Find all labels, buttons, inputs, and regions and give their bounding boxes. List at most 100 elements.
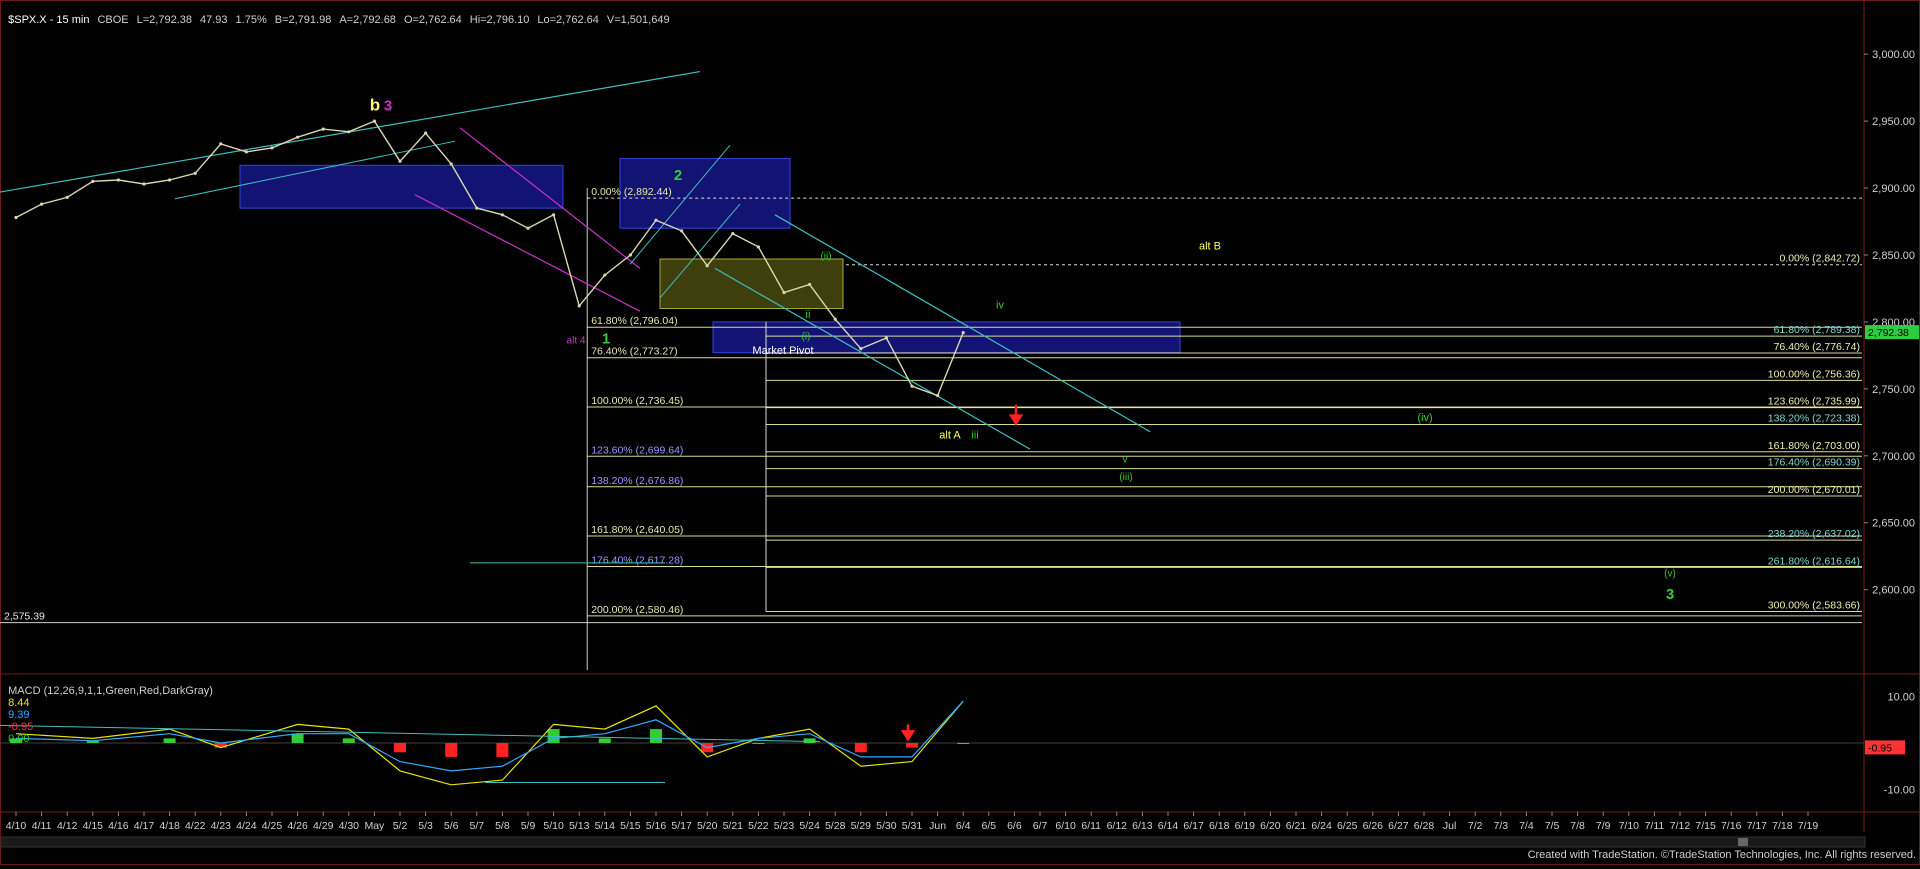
wave-label: iv — [996, 300, 1004, 312]
time-tick-label: 5/28 — [825, 820, 846, 832]
time-tick-label: 6/24 — [1311, 820, 1332, 832]
time-tick-label: 5/16 — [646, 820, 667, 832]
price-point — [244, 150, 248, 154]
price-point — [347, 130, 351, 134]
wave-label: 3 — [1666, 586, 1674, 603]
wave-label: iii — [971, 429, 978, 441]
time-tick-label: 7/3 — [1493, 820, 1508, 832]
time-tick-label: 5/22 — [748, 820, 769, 832]
time-tick-label: 5/2 — [393, 820, 408, 832]
time-tick-label: 7/5 — [1545, 820, 1560, 832]
time-tick-label: 5/30 — [876, 820, 897, 832]
time-tick-label: 7/4 — [1519, 820, 1534, 832]
fib-right-level-label: 61.80% (2,789.38) — [1774, 324, 1860, 336]
price-point — [500, 213, 504, 217]
open-price: O=2,762.64 — [403, 14, 462, 26]
time-tick-label: 6/18 — [1209, 820, 1230, 832]
fib-left-level-label: 76.40% (2,773.27) — [591, 346, 677, 358]
wave-label: alt 4 — [567, 335, 586, 346]
time-tick-label: 7/19 — [1798, 820, 1819, 832]
high-price: Hi=2,796.10 — [469, 14, 530, 26]
macd-histogram-bar — [854, 743, 867, 753]
time-tick-label: Jul — [1443, 820, 1456, 832]
price-tick-label: 3,000.00 — [1872, 49, 1915, 61]
fib-right-level-label: 200.00% (2,670.01) — [1768, 484, 1860, 496]
price-point — [859, 347, 863, 351]
time-tick-label: 5/20 — [697, 820, 718, 832]
price-point — [680, 229, 684, 233]
macd-value-2: 9.39 — [8, 709, 30, 721]
time-tick-label: 5/14 — [595, 820, 616, 832]
time-tick-label: 7/2 — [1468, 820, 1483, 832]
fib-right-level-label: 238.20% (2,637.02) — [1768, 528, 1860, 540]
wave-label: (iii) — [1119, 472, 1132, 483]
wave-label: 1 — [602, 330, 610, 347]
price-tick-label: 2,600.00 — [1872, 585, 1915, 597]
price-point — [936, 393, 940, 398]
macd-histogram-bar — [650, 729, 662, 743]
last-price-tag: 2,792.38 — [1868, 327, 1909, 339]
horizontal-scrollbar — [0, 836, 1866, 848]
wave-label: (iv) — [1417, 412, 1432, 424]
price-point — [321, 127, 325, 131]
macd-sell-arrow-icon — [900, 724, 916, 742]
down-channel-lower — [414, 194, 641, 312]
macd-header: MACD (12,26,9,1,1,Green,Red,DarkGray) 8.… — [2, 673, 213, 745]
price-point — [168, 178, 172, 182]
symbol-name: $SPX.X - 15 min — [8, 14, 90, 26]
time-tick-label: 5/24 — [799, 820, 820, 832]
time-tick-label: 5/13 — [569, 820, 590, 832]
price-tick-label: 2,750.00 — [1872, 384, 1915, 396]
fib-left-level-label: 138.20% (2,676.86) — [591, 475, 683, 487]
macd-label: MACD (12,26,9,1,1,Green,Red,DarkGray) — [8, 685, 213, 697]
time-tick-label: May — [364, 820, 385, 832]
last-price: L=2,792.38 — [136, 14, 193, 26]
wave-label: v — [1123, 454, 1128, 465]
fib-left-level-label: 61.80% (2,796.04) — [591, 315, 677, 327]
time-tick-label: 4/26 — [287, 820, 308, 832]
chart-window: 3,000.00 2,950.00 2,900.00 2,850.00 2,800.00… — [0, 0, 1920, 865]
wave-label: alt B — [1199, 241, 1221, 253]
time-tick-label: 4/30 — [339, 820, 360, 832]
exchange-label: CBOE — [97, 14, 129, 26]
pct-change: 1.75% — [235, 14, 267, 26]
fib-left-level-label: 161.80% (2,640.05) — [591, 524, 683, 536]
fib-right-level-label: 76.40% (2,776.74) — [1774, 341, 1860, 353]
price-point — [14, 215, 18, 220]
fib-left-level-label: 200.00% (2,580.46) — [591, 604, 683, 616]
price-chart[interactable]: 3,000.002,950.002,900.002,850.002,800.00… — [0, 0, 1920, 865]
time-tick-label: 5/15 — [620, 820, 641, 832]
wave-label: alt A — [939, 429, 961, 441]
time-tick-label: 6/6 — [1007, 820, 1022, 832]
price-point — [270, 146, 274, 150]
price-point — [782, 290, 786, 295]
time-tick-label: 5/29 — [851, 820, 872, 832]
price-tick-label: 2,900.00 — [1872, 183, 1915, 195]
time-tick-label: 6/27 — [1388, 820, 1409, 832]
macd-histogram-bar — [496, 743, 509, 757]
fib-left-level-label: 0.00% (2,892.44) — [591, 186, 672, 198]
time-tick-label: 5/6 — [444, 820, 459, 832]
copyright-footer: Created with TradeStation. ©TradeStation… — [1527, 849, 1916, 861]
fib-left-level-label: 100.00% (2,736.45) — [591, 395, 683, 407]
ask-price: A=2,792.68 — [339, 14, 396, 26]
price-point — [296, 135, 300, 139]
target-zone-box — [239, 164, 564, 209]
price-point — [526, 226, 530, 230]
time-tick-label: 6/12 — [1107, 820, 1128, 832]
low-price: Lo=2,762.64 — [537, 14, 599, 26]
fib-right-level-label: 161.80% (2,703.00) — [1768, 440, 1860, 452]
time-tick-label: 6/5 — [981, 820, 996, 832]
fib-right-level-label: 261.80% (2,616.64) — [1768, 555, 1860, 567]
price-tick-label: 2,700.00 — [1872, 451, 1915, 463]
time-tick-label: 5/3 — [418, 820, 433, 832]
wave-label: (ii) — [820, 251, 831, 262]
wave-label: 2 — [674, 167, 682, 184]
fib-right-level-label: 0.00% (2,842.72) — [1779, 253, 1860, 265]
time-tick-label: 5/8 — [495, 820, 510, 832]
price-point — [731, 231, 735, 236]
wave-label: (i) — [802, 331, 811, 342]
macd-histogram-bar — [752, 743, 765, 744]
price-point — [705, 264, 709, 268]
time-tick-label: 6/17 — [1183, 820, 1204, 832]
